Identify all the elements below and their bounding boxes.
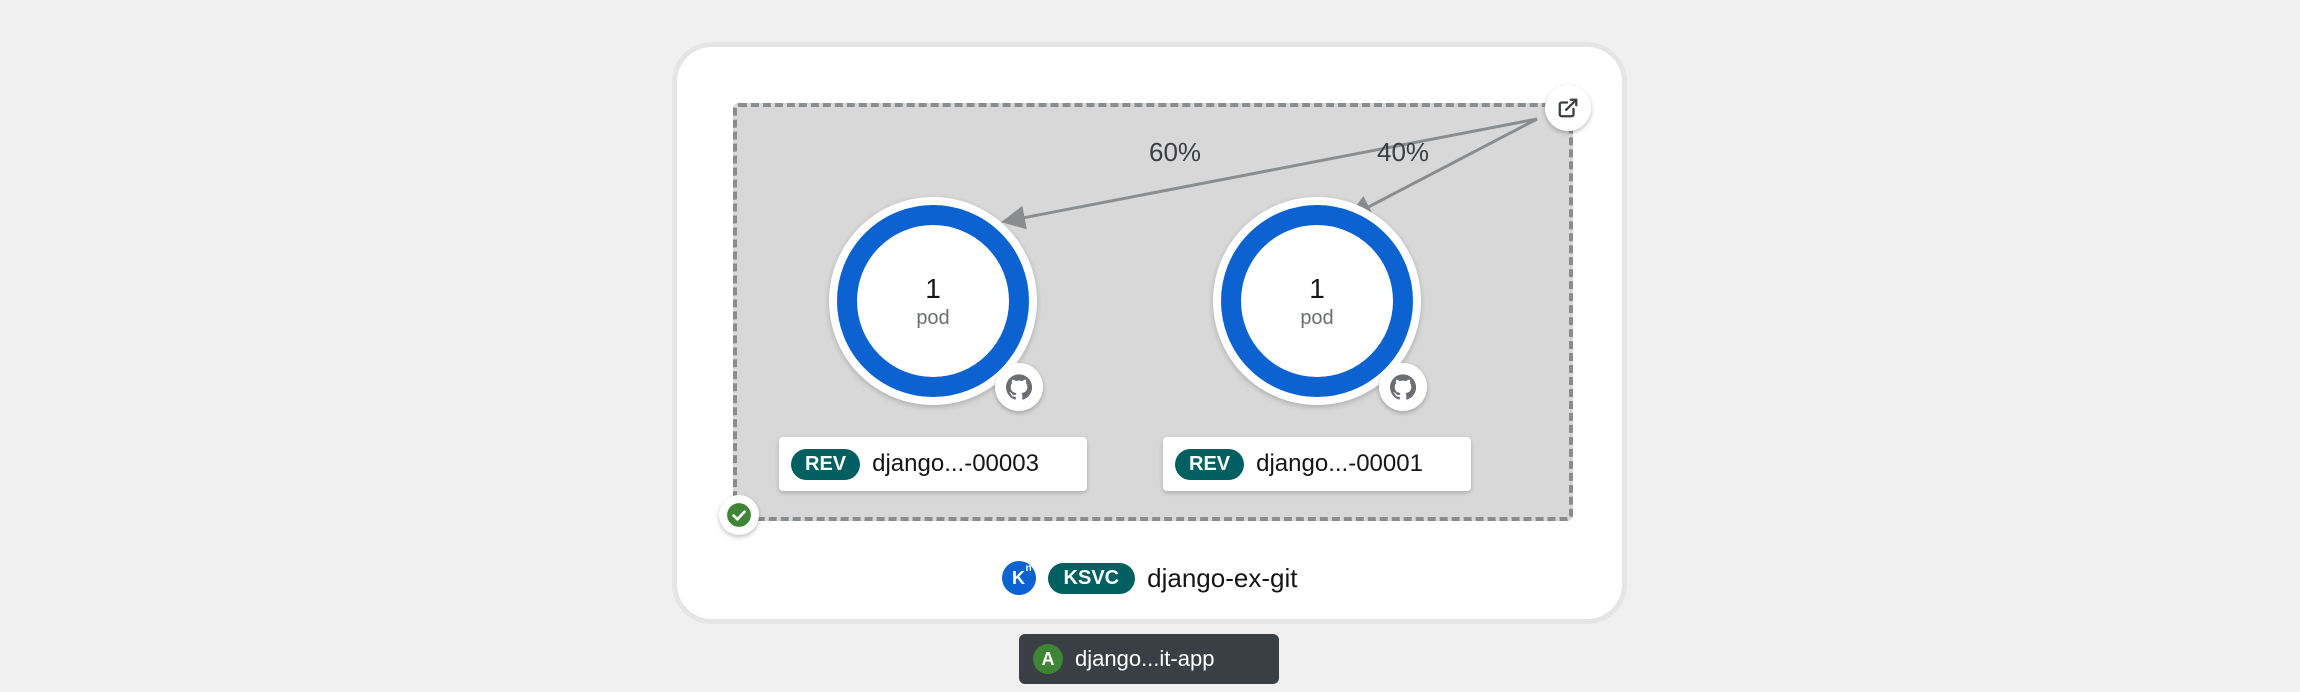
traffic-pct-right: 40% (1377, 137, 1429, 168)
application-letter-badge: A (1033, 644, 1063, 674)
pod-unit: pod (1300, 307, 1333, 330)
application-pill[interactable]: A django...it-app (1019, 634, 1279, 684)
ksvc-badge: KSVC (1048, 563, 1136, 594)
source-badge-left[interactable] (995, 363, 1043, 411)
ksvc-row[interactable]: K n KSVC django-ex-git (677, 561, 1622, 595)
revision-label-right[interactable]: REV django...-00001 (1163, 437, 1471, 491)
external-link-icon (1557, 97, 1579, 119)
application-letter: A (1042, 649, 1055, 670)
revisions-group: 60% 40% 1 pod 1 pod (733, 103, 1573, 521)
rev-badge: REV (791, 449, 860, 480)
pod-unit: pod (916, 307, 949, 330)
service-card[interactable]: 60% 40% 1 pod 1 pod (672, 42, 1627, 624)
revision-label-left[interactable]: REV django...-00003 (779, 437, 1087, 491)
github-icon (1006, 374, 1032, 400)
check-circle-icon (726, 502, 752, 528)
rev-name-left: django...-00003 (872, 450, 1039, 478)
pod-donut-right[interactable]: 1 pod (1213, 197, 1421, 405)
github-icon (1390, 374, 1416, 400)
knative-icon-sup: n (1025, 563, 1031, 574)
status-check-badge (719, 495, 759, 535)
pod-donut-left[interactable]: 1 pod (829, 197, 1037, 405)
application-name: django...it-app (1075, 646, 1214, 672)
source-badge-right[interactable] (1379, 363, 1427, 411)
knative-icon-letter: K (1012, 568, 1025, 589)
ksvc-name: django-ex-git (1147, 563, 1297, 594)
open-url-button[interactable] (1545, 85, 1591, 131)
pod-count: 1 (925, 273, 941, 305)
pod-count: 1 (1309, 273, 1325, 305)
traffic-pct-left: 60% (1149, 137, 1201, 168)
knative-icon: K n (1002, 561, 1036, 595)
rev-badge: REV (1175, 449, 1244, 480)
rev-name-right: django...-00001 (1256, 450, 1423, 478)
